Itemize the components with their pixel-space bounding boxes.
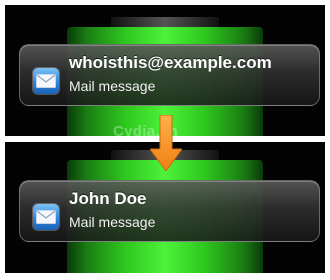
notification-banner[interactable]: John Doe Mail message bbox=[19, 180, 320, 242]
battery-cap bbox=[111, 17, 219, 27]
notification-sender: whoisthis@example.com bbox=[69, 53, 272, 72]
mail-icon bbox=[33, 68, 59, 94]
mail-icon bbox=[33, 204, 59, 230]
notification-sender: John Doe bbox=[69, 189, 147, 208]
arrow-down-icon bbox=[149, 114, 183, 172]
notification-subtitle: Mail message bbox=[69, 214, 156, 230]
notification-banner[interactable]: whoisthis@example.com Mail message bbox=[19, 44, 320, 106]
notification-subtitle: Mail message bbox=[69, 78, 156, 94]
